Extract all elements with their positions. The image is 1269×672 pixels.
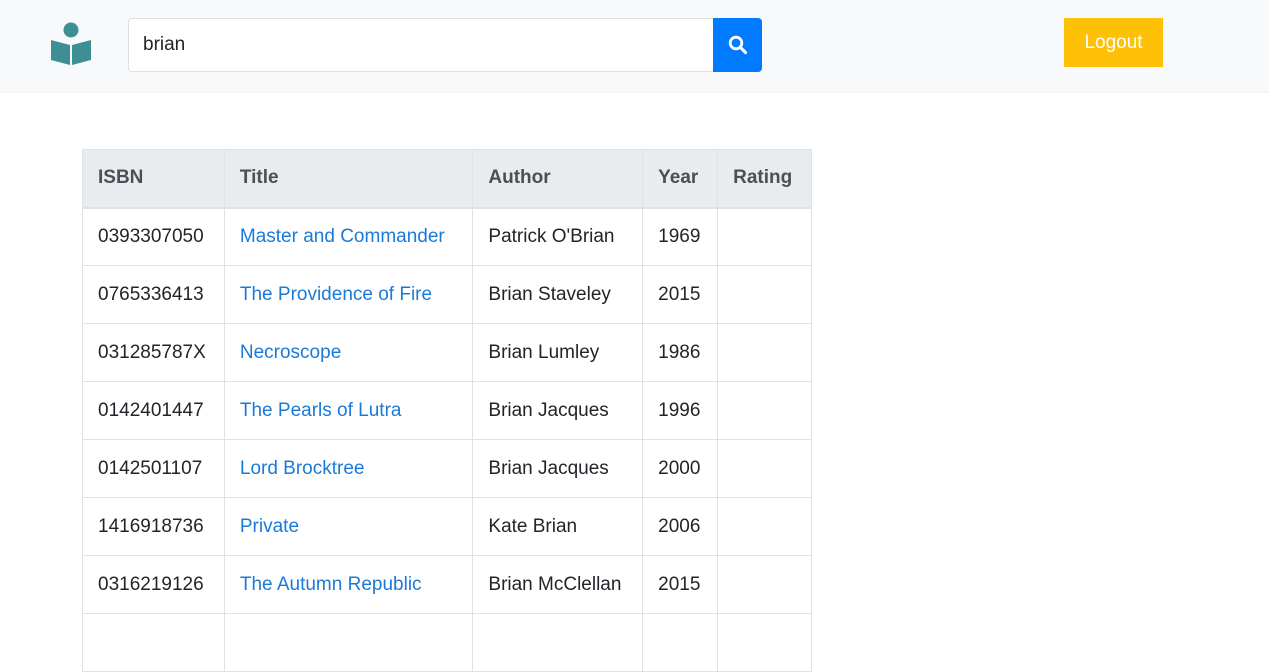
book-title-link[interactable]: Lord Brocktree <box>240 458 365 479</box>
author-cell: Brian Staveley <box>472 265 644 324</box>
author-cell: Kate Brian <box>472 497 644 556</box>
table-row: 031285787X Necroscope Brian Lumley 1986 <box>82 323 812 382</box>
column-header-isbn: ISBN <box>82 149 225 209</box>
rating-cell <box>717 265 812 324</box>
title-cell: The Providence of Fire <box>223 265 474 324</box>
table-row: 0142401447 The Pearls of Lutra Brian Jac… <box>82 381 812 440</box>
title-cell: The Pearls of Lutra <box>223 381 474 440</box>
isbn-cell: 0142501107 <box>82 439 225 498</box>
author-cell: Brian McClellan <box>472 555 644 614</box>
year-cell: 2015 <box>642 265 719 324</box>
author-cell: Brian Jacques <box>472 439 644 498</box>
table-row: 0765336413 The Providence of Fire Brian … <box>82 265 812 324</box>
search-icon <box>728 35 747 55</box>
isbn-cell: 0393307050 <box>82 207 225 266</box>
table-row <box>82 613 812 672</box>
title-cell: Master and Commander <box>223 207 474 266</box>
table-row: 0393307050 Master and Commander Patrick … <box>82 207 812 266</box>
table-row: 0316219126 The Autumn Republic Brian McC… <box>82 555 812 614</box>
table-row: 0142501107 Lord Brocktree Brian Jacques … <box>82 439 812 498</box>
isbn-cell: 031285787X <box>82 323 225 382</box>
table-row: 1416918736 Private Kate Brian 2006 <box>82 497 812 556</box>
title-cell: Lord Brocktree <box>223 439 474 498</box>
title-cell: The Autumn Republic <box>223 555 474 614</box>
year-cell: 1986 <box>642 323 719 382</box>
navbar: Logout <box>0 0 1269 93</box>
isbn-cell: 1416918736 <box>82 497 225 556</box>
author-cell <box>472 613 644 672</box>
column-header-author: Author <box>472 149 644 209</box>
year-cell <box>642 613 719 672</box>
year-cell: 2006 <box>642 497 719 556</box>
author-cell: Patrick O'Brian <box>472 207 644 266</box>
year-cell: 1969 <box>642 207 719 266</box>
logout-button[interactable]: Logout <box>1064 18 1163 67</box>
rating-cell <box>717 207 812 266</box>
author-cell: Brian Jacques <box>472 381 644 440</box>
column-header-title: Title <box>223 149 474 209</box>
year-cell: 2015 <box>642 555 719 614</box>
table-header-row: ISBN Title Author Year Rating <box>82 149 812 209</box>
rating-cell <box>717 613 812 672</box>
title-cell: Necroscope <box>223 323 474 382</box>
year-cell: 2000 <box>642 439 719 498</box>
book-title-link[interactable]: Private <box>240 516 299 537</box>
reader-book-icon[interactable] <box>50 22 92 66</box>
title-cell: Private <box>223 497 474 556</box>
rating-cell <box>717 323 812 382</box>
rating-cell <box>717 381 812 440</box>
rating-cell <box>717 555 812 614</box>
search-button[interactable] <box>713 18 762 72</box>
isbn-cell: 0142401447 <box>82 381 225 440</box>
year-cell: 1996 <box>642 381 719 440</box>
book-title-link[interactable]: Master and Commander <box>240 226 445 247</box>
title-cell <box>223 613 474 672</box>
book-title-link[interactable]: Necroscope <box>240 342 341 363</box>
search-input[interactable] <box>128 18 714 72</box>
column-header-rating: Rating <box>717 149 812 209</box>
author-cell: Brian Lumley <box>472 323 644 382</box>
book-title-link[interactable]: The Pearls of Lutra <box>240 400 402 421</box>
rating-cell <box>717 497 812 556</box>
results-table: ISBN Title Author Year Rating 0393307050… <box>82 149 812 672</box>
book-title-link[interactable]: The Autumn Republic <box>240 574 422 595</box>
book-title-link[interactable]: The Providence of Fire <box>240 284 432 305</box>
isbn-cell: 0316219126 <box>82 555 225 614</box>
column-header-year: Year <box>642 149 719 209</box>
isbn-cell: 0765336413 <box>82 265 225 324</box>
rating-cell <box>717 439 812 498</box>
isbn-cell <box>82 613 225 672</box>
